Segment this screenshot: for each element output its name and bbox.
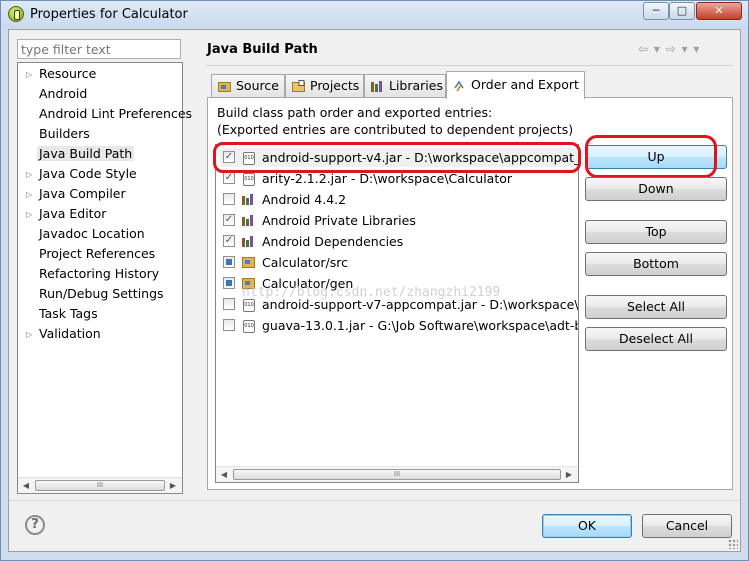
jar-icon: 010 [242,171,256,186]
sidebar-item-task-tags[interactable]: Task Tags [39,306,98,321]
source-folder-icon [218,82,231,92]
expand-arrow-icon[interactable]: ▷ [26,170,32,179]
description-line-1: Build class path order and exported entr… [217,105,493,120]
tab-libraries-label: Libraries [389,78,443,93]
expand-arrow-icon[interactable]: ▷ [26,190,32,199]
deselect-all-button[interactable]: Deselect All [585,327,727,351]
maximize-button[interactable]: □ [669,2,695,20]
top-button[interactable]: Top [585,220,727,244]
sidebar-item-resource[interactable]: Resource [39,66,96,81]
entry-checkbox[interactable] [223,193,235,205]
sidebar-item-android[interactable]: Android [39,86,87,101]
title-separator [205,65,733,66]
entry-checkbox[interactable] [223,277,235,289]
entry-checkbox[interactable] [223,256,235,268]
library-icon [242,213,256,227]
footer-separator [9,500,740,501]
entry-label: Android Private Libraries [262,213,416,228]
source-folder-icon [242,255,256,269]
red-annotation-up [585,135,717,178]
sidebar-item-run-debug-settings[interactable]: Run/Debug Settings [39,286,164,301]
jar-icon: 010 [242,318,256,333]
entry-checkbox[interactable]: ✓ [223,214,235,226]
scroll-right-arrow-icon[interactable]: ▶ [166,479,180,493]
library-icon [242,234,256,248]
tab-order-and-export[interactable]: Order and Export [446,71,585,99]
scroll-thumb[interactable]: III [35,480,165,491]
sidebar-item-javadoc-location[interactable]: Javadoc Location [39,226,145,241]
tab-source[interactable]: Source [211,74,285,98]
dialog-body: ▷ Resource Android Android Lint Preferences… [8,29,741,552]
ok-button[interactable]: OK [542,514,632,538]
sidebar-item-java-editor[interactable]: Java Editor [39,206,106,221]
window-title: Properties for Calculator [30,7,188,22]
sidebar-item-validation[interactable]: Validation [39,326,101,341]
page-title: Java Build Path [207,42,318,57]
watermark: http://blog.csdn.net/zhangzhi2199 [242,285,501,300]
classpath-entries-list[interactable]: ✓ 010 android-support-v4.jar - D:\workspac… [215,144,579,483]
expand-arrow-icon[interactable]: ▷ [26,210,32,219]
entry-label: Android 4.4.2 [262,192,347,207]
projects-icon [292,80,305,92]
sidebar-item-refactoring-history[interactable]: Refactoring History [39,266,159,281]
entry-checkbox[interactable] [223,319,235,331]
entry-checkbox[interactable] [223,298,235,310]
expand-arrow-icon[interactable]: ▷ [26,70,32,79]
filter-input[interactable] [17,39,181,59]
select-all-button[interactable]: Select All [585,295,727,319]
entry-label: Android Dependencies [262,234,404,249]
list-item[interactable]: Android 4.4.2 [220,190,577,209]
list-scroll-left-arrow-icon[interactable]: ◀ [217,468,231,482]
resize-grip-icon[interactable] [728,539,738,549]
tree-horizontal-scrollbar[interactable]: ◀ III ▶ [18,477,182,493]
description-line-2: (Exported entries are contributed to dep… [217,122,574,137]
history-nav-icons[interactable]: ⇦ ▾ ⇨ ▾ ▾ [638,42,700,56]
sidebar-item-android-lint-preferences[interactable]: Android Lint Preferences [39,106,192,121]
tab-projects[interactable]: Projects [285,74,364,98]
list-item[interactable]: ✓ Android Private Libraries [220,211,577,230]
scroll-left-arrow-icon[interactable]: ◀ [19,479,33,493]
sidebar-item-project-references[interactable]: Project References [39,246,155,261]
red-annotation-entry [213,142,581,173]
list-item[interactable]: ✓ Android Dependencies [220,232,577,251]
sidebar-item-java-build-path[interactable]: Java Build Path [37,146,135,161]
expand-arrow-icon[interactable]: ▷ [26,330,32,339]
entry-label: Calculator/src [262,255,348,270]
property-page-tree: ▷ Resource Android Android Lint Preferences… [17,62,192,494]
help-icon[interactable]: ? [25,515,45,535]
entry-label: guava-13.0.1.jar - G:\Job Software\works… [262,318,578,333]
minimize-button[interactable]: ─ [643,2,669,20]
library-icon [242,192,256,206]
entry-checkbox[interactable]: ✓ [223,235,235,247]
tab-libraries[interactable]: Libraries [364,74,446,98]
tab-source-label: Source [236,78,279,93]
list-horizontal-scrollbar[interactable]: ◀ III ▶ [216,466,578,482]
sidebar-item-java-code-style[interactable]: Java Code Style [39,166,137,181]
properties-window: Properties for Calculator ─ □ ✕ ▷ Resourc… [0,0,749,561]
sidebar-item-java-compiler[interactable]: Java Compiler [39,186,126,201]
libraries-icon [371,81,382,92]
bottom-button[interactable]: Bottom [585,252,727,276]
entry-checkbox[interactable]: ✓ [223,172,235,184]
tab-projects-label: Projects [310,78,360,93]
cancel-button[interactable]: Cancel [642,514,732,538]
sidebar-item-builders[interactable]: Builders [39,126,90,141]
list-item[interactable]: 010 guava-13.0.1.jar - G:\Job Software\wo… [220,316,578,335]
title-bar[interactable]: Properties for Calculator ─ □ ✕ [1,1,748,29]
down-button[interactable]: Down [585,177,727,201]
order-export-icon [454,80,464,92]
app-icon [8,6,24,22]
tab-order-and-export-label: Order and Export [471,77,579,92]
close-button[interactable]: ✕ [696,2,742,20]
list-item[interactable]: Calculator/src [220,253,577,272]
list-scroll-right-arrow-icon[interactable]: ▶ [562,468,576,482]
list-scroll-thumb[interactable]: III [233,469,561,480]
